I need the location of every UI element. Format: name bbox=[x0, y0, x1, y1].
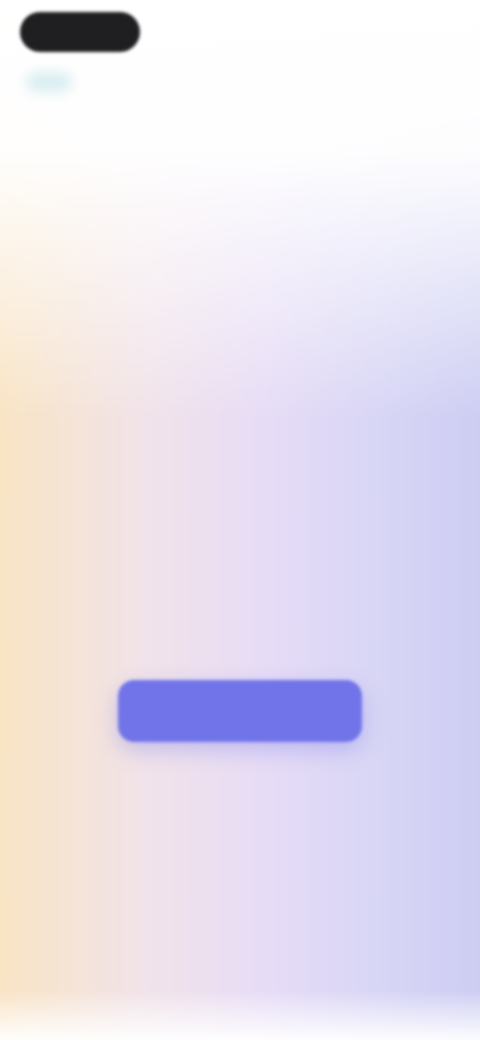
top-bar bbox=[20, 10, 460, 54]
primary-cta-button[interactable] bbox=[118, 680, 362, 742]
secondary-link-button[interactable] bbox=[118, 762, 362, 810]
logo-highlight bbox=[26, 72, 72, 92]
brand-logo[interactable] bbox=[20, 12, 140, 52]
hero-section bbox=[36, 222, 444, 248]
onboarding-screen bbox=[0, 0, 480, 1040]
